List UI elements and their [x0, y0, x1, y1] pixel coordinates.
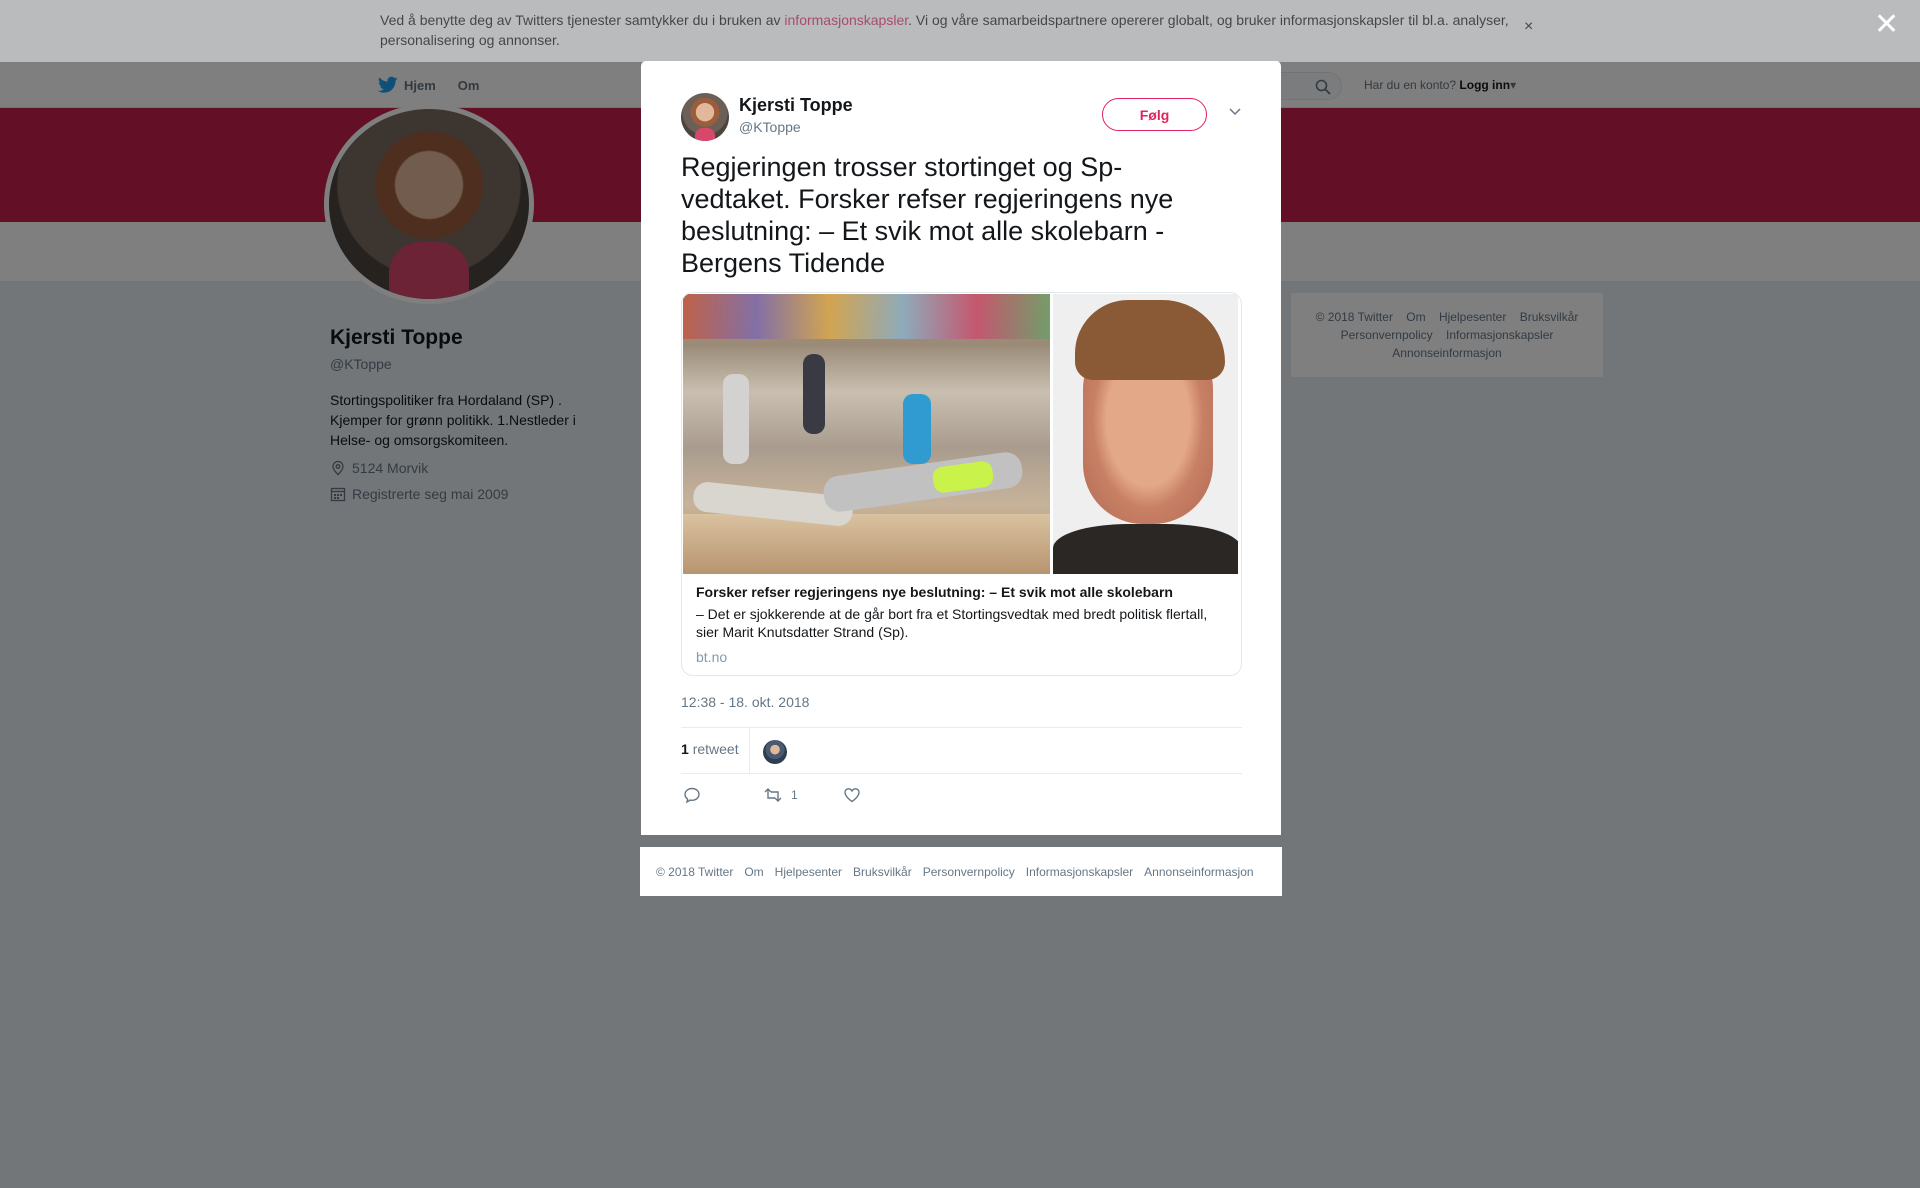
- modal-footer-cookies[interactable]: Informasjonskapsler: [1026, 865, 1133, 879]
- modal-footer-privacy[interactable]: Personvernpolicy: [923, 865, 1015, 879]
- reply-icon: [684, 787, 700, 804]
- tweet-actions: 1: [681, 786, 1242, 810]
- cookie-consent-text: Ved å benytte deg av Twitters tjenester …: [380, 10, 1520, 50]
- cookie-policy-link[interactable]: informasjonskapsler: [784, 12, 908, 28]
- tweet-author-avatar[interactable]: [681, 93, 729, 141]
- modal-footer-terms[interactable]: Bruksvilkår: [853, 865, 912, 879]
- retweet-icon: [764, 788, 782, 802]
- tweet-header: Kjersti Toppe @KToppe Følg: [681, 93, 1241, 143]
- retweet-action-count: 1: [791, 788, 798, 802]
- link-preview-card[interactable]: Forsker refser regjeringens nye beslutni…: [681, 292, 1242, 676]
- card-domain: bt.no: [696, 649, 728, 665]
- cookie-consent-bar: Ved å benytte deg av Twitters tjenester …: [0, 0, 1920, 62]
- tweet-author-handle[interactable]: @KToppe: [739, 119, 801, 135]
- retweet-label: retweet: [692, 741, 739, 757]
- card-image-portrait-photo: [1050, 294, 1238, 574]
- card-image-gym-photo: [683, 294, 1050, 574]
- close-icon[interactable]: ✕: [1874, 10, 1899, 40]
- card-image: [683, 294, 1240, 574]
- follow-button[interactable]: Følg: [1102, 98, 1207, 131]
- tweet-permalink-modal: Kjersti Toppe @KToppe Følg Regjeringen t…: [641, 61, 1281, 835]
- retweet-button[interactable]: 1: [763, 786, 798, 804]
- card-body: Forsker refser regjeringens nye beslutni…: [696, 583, 1231, 665]
- cookie-close-icon[interactable]: ×: [1524, 18, 1533, 36]
- card-title: Forsker refser regjeringens nye beslutni…: [696, 584, 1173, 600]
- stats-divider: [749, 728, 750, 774]
- modal-footer-copyright: © 2018 Twitter: [656, 864, 734, 879]
- reply-button[interactable]: [683, 786, 701, 804]
- cookie-text-before: Ved å benytte deg av Twitters tjenester …: [380, 12, 785, 28]
- card-description: – Det er sjokkerende at de går bort fra …: [696, 606, 1208, 640]
- tweet-author-name[interactable]: Kjersti Toppe: [739, 95, 853, 116]
- heart-icon: [844, 788, 860, 803]
- like-button[interactable]: [843, 786, 861, 804]
- tweet-stats: 1 retweet: [681, 727, 1242, 774]
- modal-footer: © 2018 Twitter Om Hjelpesenter Bruksvilk…: [640, 847, 1282, 896]
- tweet-text: Regjeringen trosser stortinget og Sp-ved…: [681, 152, 1174, 278]
- retweet-count: 1: [681, 741, 689, 757]
- tweet-timestamp[interactable]: 12:38 - 18. okt. 2018: [681, 694, 809, 710]
- modal-footer-about[interactable]: Om: [744, 865, 763, 879]
- retweeter-avatar[interactable]: [763, 740, 787, 764]
- modal-footer-ads-info[interactable]: Annonseinformasjon: [1144, 865, 1253, 879]
- retweet-stat[interactable]: 1 retweet: [681, 741, 739, 757]
- modal-footer-help[interactable]: Hjelpesenter: [775, 865, 842, 879]
- chevron-down-icon[interactable]: [1228, 107, 1242, 117]
